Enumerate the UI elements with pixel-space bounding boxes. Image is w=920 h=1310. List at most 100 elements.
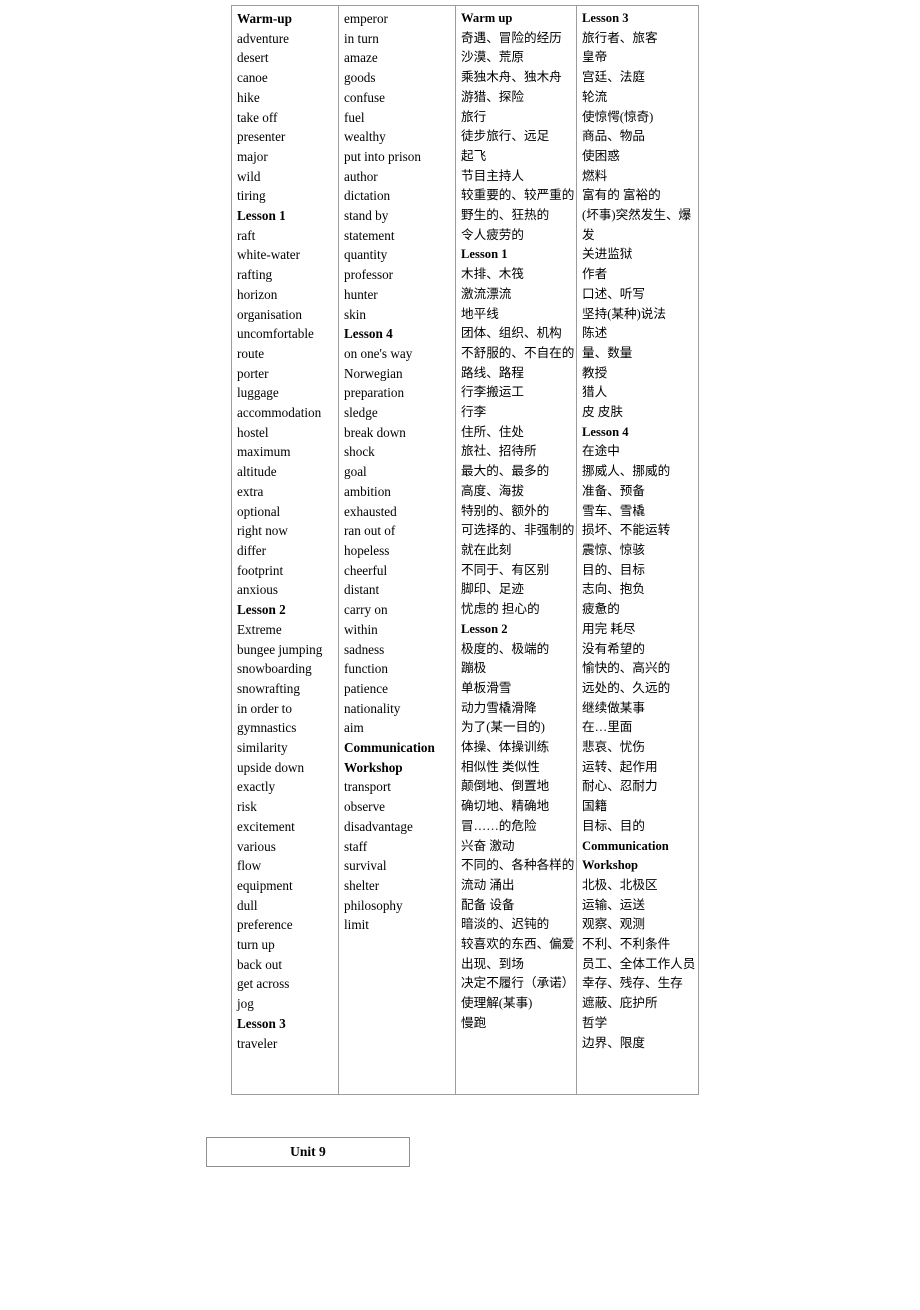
vocab-entry: statement — [344, 227, 395, 243]
vocab-entry: 坚持(某种)说法 — [582, 306, 666, 321]
section-heading: Warm up — [461, 11, 513, 25]
vocab-entry: aim — [344, 720, 364, 736]
unit-box: Unit 9 — [206, 1137, 410, 1167]
section-heading: Lesson 3 — [582, 11, 629, 25]
vocab-entry: sledge — [344, 405, 378, 421]
vocab-entry: Extreme — [237, 621, 282, 637]
vocab-entry: exhausted — [344, 503, 397, 519]
vocab-entry: 愉快的、高兴的 — [582, 661, 671, 676]
vocab-entry: limit — [344, 917, 369, 933]
vocab-entry: 员工、全体工作人员 — [582, 956, 696, 971]
vocab-entry: emperor — [344, 11, 388, 26]
vocab-entry: hostel — [237, 424, 269, 440]
vocab-entry: 损坏、不能运转 — [582, 523, 671, 538]
vocab-entry: 北极、北极区 — [582, 877, 658, 892]
vocab-entry: 特别的、额外的 — [461, 503, 550, 518]
vocab-column-english-1: Warm-up adventure desert canoe hike take off p… — [231, 5, 339, 1095]
vocab-entry: patience — [344, 680, 388, 696]
vocab-entry: white-water — [237, 247, 300, 263]
vocab-entry: 配备 设备 — [461, 897, 515, 912]
vocab-entry: 旅行 — [461, 109, 487, 124]
vocab-entry: 国籍 — [582, 799, 608, 814]
vocab-entry: survival — [344, 858, 387, 874]
vocab-entry: 沙漠、荒原 — [461, 50, 524, 65]
vocab-entry: altitude — [237, 464, 277, 480]
vocab-entry: 地平线 — [461, 306, 499, 321]
vocab-entry: 志向、抱负 — [582, 582, 645, 597]
vocab-entry: 远处的、久远的 — [582, 680, 671, 695]
vocab-entry: 皇帝 — [582, 50, 608, 65]
vocab-entry: risk — [237, 799, 257, 815]
vocab-entry: 运转、起作用 — [582, 759, 658, 774]
vocab-entry: 关进监狱 — [582, 247, 633, 262]
vocab-column-chinese-2: Lesson 3 旅行者、旅客 皇帝 宫廷、法庭 轮流 使惊愕(惊奇) 商品、物品 使困惑 燃料… — [576, 5, 699, 1095]
vocab-entry: organisation — [237, 306, 302, 322]
vocab-entry: luggage — [237, 385, 279, 401]
vocab-entry: 准备、预备 — [582, 483, 645, 498]
vocab-entry: disadvantage — [344, 818, 413, 834]
section-heading: Warm-up — [237, 11, 292, 26]
vocab-entry: 旅行者、旅客 — [582, 30, 658, 45]
vocab-entry: 使困惑 — [582, 148, 620, 163]
vocab-entry: rafting — [237, 267, 273, 283]
vocab-entry: 忧虑的 担心的 — [461, 602, 540, 617]
vocab-entry: 较重要的、较严重的 — [461, 188, 575, 203]
vocab-entry: 兴奋 激动 — [461, 838, 515, 853]
vocab-entry: flow — [237, 858, 262, 874]
vocab-entry: uncomfortable — [237, 326, 314, 342]
vocab-entry: 猎人 — [582, 385, 608, 400]
vocab-entry: 住所、住处 — [461, 424, 524, 439]
vocab-entry: 冒……的危险 — [461, 818, 537, 833]
vocab-entry: differ — [237, 542, 267, 558]
vocab-entry: goods — [344, 70, 376, 86]
vocab-entry: get across — [237, 976, 290, 992]
vocab-entry: 不同的、各种各样的 — [461, 858, 575, 873]
vocab-entry: amaze — [344, 50, 378, 66]
vocab-entry: 相似性 类似性 — [461, 759, 540, 774]
vocab-entry: 游猎、探险 — [461, 89, 524, 104]
section-heading: Workshop — [582, 858, 638, 873]
vocab-entry: 单板滑雪 — [461, 680, 512, 695]
vocab-entry: 雪车、雪橇 — [582, 503, 645, 518]
vocab-entry: dictation — [344, 188, 391, 204]
vocab-entry: 商品、物品 — [582, 129, 645, 144]
vocab-entry: 挪威人、挪威的 — [582, 464, 671, 479]
vocab-entry: in turn — [344, 30, 379, 46]
vocab-entry: 出现、到场 — [461, 956, 524, 971]
vocab-entry: 目的、目标 — [582, 562, 645, 577]
vocab-entry: 可选择的、非强制的 — [461, 523, 575, 538]
vocab-entry: 颠倒地、倒置地 — [461, 779, 550, 794]
vocab-entry: function — [344, 661, 388, 677]
vocab-entry: cheerful — [344, 562, 388, 578]
vocab-entry: 令人疲劳的 — [461, 227, 524, 242]
vocab-entry: 最大的、最多的 — [461, 464, 550, 479]
vocab-entry: 疲惫的 — [582, 602, 620, 617]
unit-label: Unit 9 — [290, 1144, 326, 1159]
vocab-entry: 体操、体操训练 — [461, 740, 550, 755]
word-list-chinese-1: Warm up 奇遇、冒险的经历 沙漠、荒原 乘独木舟、独木舟 游猎、探险 旅行 徒步旅行、… — [461, 9, 576, 1034]
vocab-entry: 没有希望的 — [582, 641, 645, 656]
vocab-entry: 乘独木舟、独木舟 — [461, 70, 562, 85]
vocab-entry: 富有的 富裕的 — [582, 188, 661, 203]
vocab-entry: maximum — [237, 444, 291, 460]
vocab-entry: 为了(某一目的) — [461, 720, 545, 735]
vocab-entry: upside down — [237, 759, 305, 775]
vocab-entry: snowboarding — [237, 661, 312, 677]
vocab-entry: 宫廷、法庭 — [582, 70, 645, 85]
vocab-entry: 决定不履行（承诺） — [461, 976, 575, 991]
vocab-entry: wild — [237, 168, 261, 184]
vocab-entry: raft — [237, 227, 256, 243]
vocab-entry: 极度的、极端的 — [461, 641, 550, 656]
vocab-entry: ran out of — [344, 523, 396, 539]
vocab-entry: 激流漂流 — [461, 286, 512, 301]
vocab-entry: fuel — [344, 109, 365, 125]
vocab-entry: anxious — [237, 582, 279, 598]
vocab-entry: various — [237, 838, 276, 854]
vocab-entry: optional — [237, 503, 281, 519]
vocab-entry: 运输、运送 — [582, 897, 645, 912]
vocab-entry: 口述、听写 — [582, 286, 645, 301]
vocab-entry: 流动 涌出 — [461, 877, 515, 892]
vocab-entry: 在途中 — [582, 444, 620, 459]
vocab-entry: sadness — [344, 641, 385, 657]
vocab-entry: dull — [237, 897, 258, 913]
